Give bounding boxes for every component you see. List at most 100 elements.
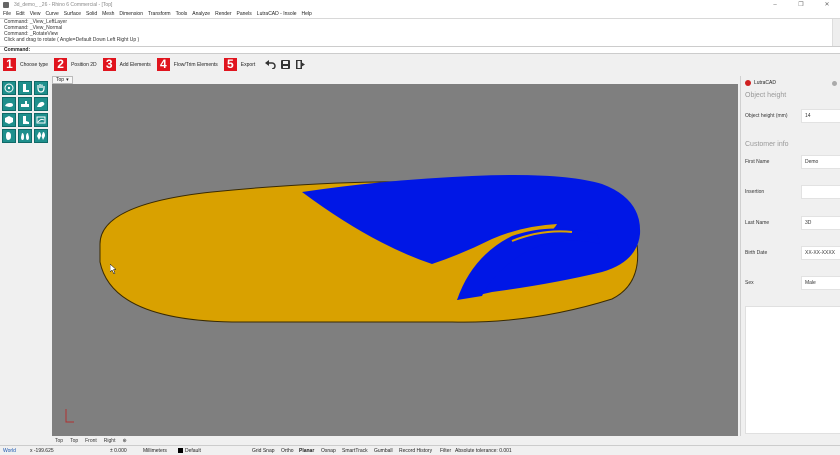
step-export-button[interactable]: 5 Export <box>223 58 255 71</box>
first-name-input[interactable]: Demo <box>801 155 840 169</box>
menu-transform[interactable]: Transform <box>148 11 171 17</box>
tab-top[interactable]: Top <box>55 438 63 444</box>
tab-front[interactable]: Front <box>85 438 97 444</box>
layer-color-swatch <box>178 448 183 453</box>
tolerance-label: Absolute tolerance: 0.001 <box>455 448 512 454</box>
birth-date-row: Birth Date XX-XX-XXXX <box>745 246 840 260</box>
y-coordinate: ± 0.000 <box>110 448 127 454</box>
osnap-toggle[interactable]: Osnap <box>321 448 336 454</box>
menu-analyze[interactable]: Analyze <box>192 11 210 17</box>
left-tool-palette <box>0 78 50 438</box>
lutracad-logo-icon <box>745 80 751 86</box>
menu-edit[interactable]: Edit <box>16 11 25 17</box>
foot-icon[interactable] <box>2 129 16 143</box>
scan-icon[interactable] <box>34 113 48 127</box>
step-flow-trim-button[interactable]: 4 Flow/Trim Elements <box>156 58 218 71</box>
step-add-elements-button[interactable]: 3 Add Elements <box>102 58 151 71</box>
menu-solid[interactable]: Solid <box>86 11 97 17</box>
exit-icon[interactable] <box>295 59 306 70</box>
sex-select[interactable]: Male <box>801 276 840 290</box>
field-label: Insertion <box>745 189 765 195</box>
smarttrack-toggle[interactable]: SmartTrack <box>342 448 368 454</box>
menu-panels[interactable]: Panels <box>237 11 252 17</box>
lutracad-panel: LutraCAD Object height Object height (mm… <box>740 76 840 436</box>
section-customer-info: Customer info <box>745 141 789 148</box>
step-number: 3 <box>102 58 116 71</box>
maximize-button[interactable]: ❐ <box>788 0 814 10</box>
notes-area[interactable] <box>745 306 840 434</box>
sole-icon[interactable] <box>2 97 16 111</box>
circle-target-icon[interactable] <box>2 81 16 95</box>
viewport-top[interactable] <box>52 84 738 436</box>
feet-pair-icon[interactable] <box>34 129 48 143</box>
viewport-tab[interactable]: Top ▾ <box>52 76 73 84</box>
chevron-down-icon[interactable]: ▾ <box>66 77 69 83</box>
panel-title: LutraCAD <box>754 80 776 86</box>
status-bar: World x -199.625 ± 0.000 Millimeters Def… <box>0 445 840 455</box>
menu-lutracad[interactable]: LutraCAD - Insole <box>257 11 297 17</box>
title-bar: 3d_demo_ _26 - Rhino 6 Commercial - [Top… <box>0 0 840 10</box>
close-button[interactable]: ✕ <box>814 0 840 10</box>
menu-file[interactable]: File <box>3 11 11 17</box>
viewport-tabs: Top Top Front Right ⊕ <box>52 437 738 445</box>
field-label: Last Name <box>745 220 770 226</box>
field-label: Birth Date <box>745 250 768 256</box>
step-number: 2 <box>54 58 68 71</box>
cplane-label[interactable]: World <box>3 448 16 454</box>
sex-row: Sex Male <box>745 276 840 290</box>
menu-view[interactable]: View <box>30 11 41 17</box>
axis-marker <box>65 409 74 423</box>
history-scrollbar[interactable] <box>832 19 840 47</box>
tab-right[interactable]: Right <box>104 438 116 444</box>
panel-options-icon[interactable] <box>832 81 837 86</box>
step-number: 5 <box>223 58 237 71</box>
last-name-input[interactable]: 3D <box>801 216 840 230</box>
heel-icon[interactable] <box>18 97 32 111</box>
grid-snap-toggle[interactable]: Grid Snap <box>252 448 275 454</box>
step-position-2d-button[interactable]: 2 Position 2D <box>54 58 97 71</box>
field-label: Sex <box>745 280 754 286</box>
last-name-row: Last Name 3D <box>745 216 840 230</box>
record-history-toggle[interactable]: Record History <box>399 448 432 454</box>
section-object-height: Object height <box>745 92 787 99</box>
units-label[interactable]: Millimeters <box>143 448 167 454</box>
feet-icon[interactable] <box>18 129 32 143</box>
ortho-toggle[interactable]: Ortho <box>281 448 294 454</box>
command-history: Command: _View_LeftLayer Command: _View_… <box>0 18 840 47</box>
menu-mesh[interactable]: Mesh <box>102 11 114 17</box>
field-label: Object height (mm) <box>745 113 788 119</box>
undo-icon[interactable] <box>265 59 276 70</box>
insertion-input[interactable] <box>801 185 840 199</box>
step-label: Choose type <box>20 61 49 68</box>
object-height-row: Object height (mm) 14 <box>745 109 840 123</box>
foot-side-icon[interactable] <box>18 81 32 95</box>
add-tab-icon[interactable]: ⊕ <box>122 438 126 444</box>
menu-render[interactable]: Render <box>215 11 231 17</box>
history-line: Click and drag to rotate ( Angle=Default… <box>4 37 140 43</box>
step-label: Flow/Trim Elements <box>173 61 218 68</box>
minimize-button[interactable]: – <box>762 0 788 10</box>
planar-toggle[interactable]: Planar <box>299 448 314 454</box>
save-icon[interactable] <box>280 59 291 70</box>
filter-toggle[interactable]: Filter <box>440 448 451 454</box>
hand-icon[interactable] <box>34 81 48 95</box>
tab-top-2[interactable]: Top <box>70 438 78 444</box>
birth-date-input[interactable]: XX-XX-XXXX <box>801 246 840 260</box>
object-height-input[interactable]: 14 <box>801 109 840 123</box>
window-title: 3d_demo_ _26 - Rhino 6 Commercial - [Top… <box>14 2 113 8</box>
menu-surface[interactable]: Surface <box>64 11 81 17</box>
workflow-toolbar: 1 Choose type 2 Position 2D 3 Add Elemen… <box>0 55 840 74</box>
step-number: 1 <box>3 58 16 71</box>
gumball-toggle[interactable]: Gumball <box>374 448 393 454</box>
layer-label[interactable]: Default <box>185 448 201 454</box>
insertion-row: Insertion <box>745 185 840 199</box>
box-icon[interactable] <box>2 113 16 127</box>
menu-help[interactable]: Help <box>302 11 312 17</box>
menu-dimension[interactable]: Dimension <box>119 11 143 17</box>
menu-tools[interactable]: Tools <box>176 11 188 17</box>
command-prompt[interactable]: Command: <box>0 46 840 54</box>
step-choose-type-button[interactable]: 1 Choose type <box>3 58 48 71</box>
foot-top-icon[interactable] <box>34 97 48 111</box>
menu-curve[interactable]: Curve <box>45 11 58 17</box>
boot-icon[interactable] <box>18 113 32 127</box>
